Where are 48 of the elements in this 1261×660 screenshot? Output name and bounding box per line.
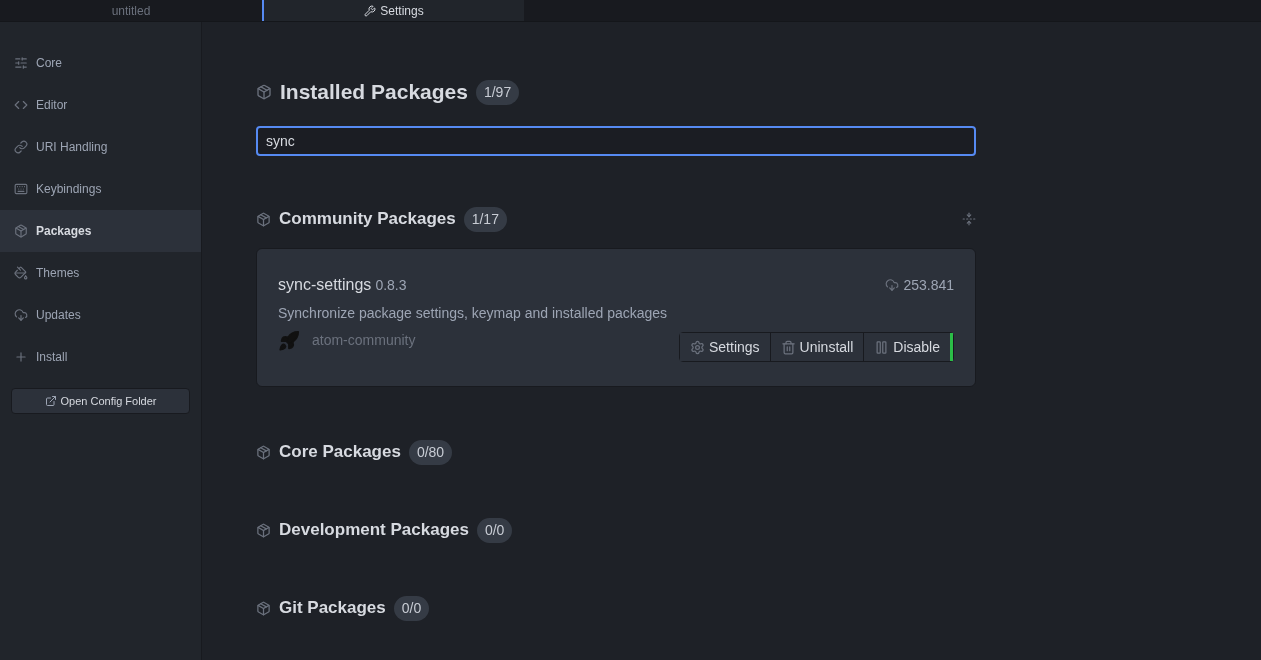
link-icon <box>14 140 28 154</box>
keyboard-icon <box>14 182 28 196</box>
section-title: Community Packages <box>279 208 456 231</box>
external-link-icon <box>44 395 57 407</box>
paint-bucket-icon <box>14 266 28 280</box>
sliders-icon <box>14 56 28 70</box>
package-version: 0.8.3 <box>375 276 407 295</box>
package-icon <box>256 84 272 100</box>
sidebar-item[interactable]: Themes <box>0 252 201 294</box>
code-icon <box>14 98 28 112</box>
count-badge: 0/0 <box>393 595 430 621</box>
package-icon <box>256 522 271 538</box>
package-icon <box>256 211 271 227</box>
search-field[interactable]: sync <box>256 126 976 156</box>
tab[interactable]: untitled <box>0 0 262 21</box>
count-badge: 0/0 <box>476 517 513 543</box>
rocket-avatar-icon <box>278 330 300 352</box>
pause-icon <box>874 339 890 355</box>
sidebar-item[interactable]: Updates <box>0 294 201 336</box>
sidebar-item[interactable]: URI Handling <box>0 126 201 168</box>
tools-icon <box>364 4 377 17</box>
cloud-download-icon <box>14 308 28 322</box>
collapse-icon[interactable] <box>962 212 976 226</box>
sidebar-item[interactable]: Install <box>0 336 201 378</box>
section-title: Git Packages <box>279 597 386 620</box>
count-badge: 1/17 <box>463 206 507 232</box>
package-icon <box>256 444 271 460</box>
sidebar-item[interactable]: Core <box>0 42 201 84</box>
tab[interactable]: Settings <box>262 0 524 21</box>
settings-icon <box>690 339 705 355</box>
count-badge: 1/97 <box>475 79 520 105</box>
package-icon <box>14 224 28 238</box>
plus-icon <box>14 350 28 364</box>
download-count: 253.841 <box>903 276 954 295</box>
sidebar-item[interactable]: Keybindings <box>0 168 201 210</box>
sidebar-item[interactable]: Editor <box>0 84 201 126</box>
package-name[interactable]: sync-settings <box>278 273 372 297</box>
open-config-folder-button[interactable]: Open Config Folder <box>11 388 190 414</box>
section-title: Installed Packages <box>280 79 468 106</box>
package-description: Synchronize package settings, keymap and installed packages <box>278 304 669 323</box>
package-icon <box>256 600 271 616</box>
count-badge: 0/80 <box>408 439 453 465</box>
section-title: Core Packages <box>279 441 401 464</box>
section-title: Development Packages <box>279 519 469 542</box>
trash-icon <box>780 339 796 355</box>
cloud-download-icon <box>885 278 900 292</box>
package-action-button[interactable]: Disable <box>863 333 953 361</box>
sidebar-item[interactable]: Packages <box>0 210 201 252</box>
